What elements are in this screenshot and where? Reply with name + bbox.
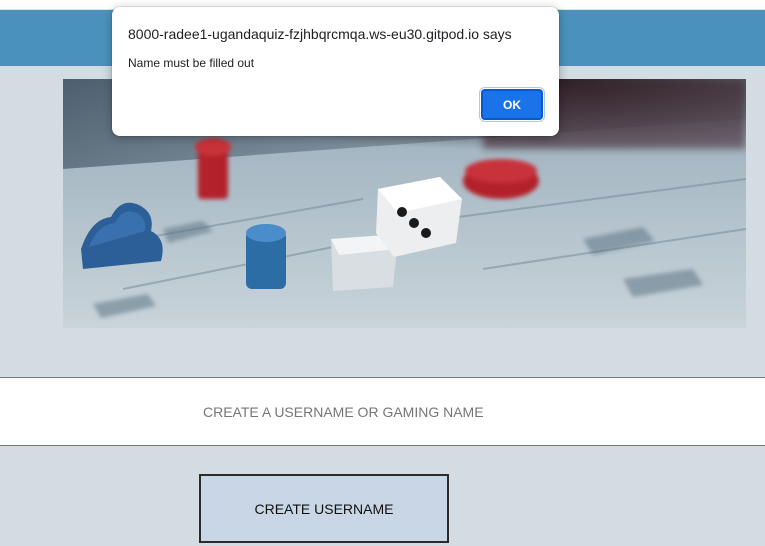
create-username-button[interactable]: CREATE USERNAME	[199, 474, 449, 543]
dialog-title: 8000-radee1-ugandaquiz-fzjhbqrcmqa.ws-eu…	[128, 26, 512, 42]
username-input[interactable]	[0, 378, 765, 445]
dialog-ok-button[interactable]: OK	[479, 87, 545, 122]
alert-dialog: 8000-radee1-ugandaquiz-fzjhbqrcmqa.ws-eu…	[112, 7, 559, 136]
username-band	[0, 377, 765, 446]
dialog-message: Name must be filled out	[128, 56, 255, 70]
